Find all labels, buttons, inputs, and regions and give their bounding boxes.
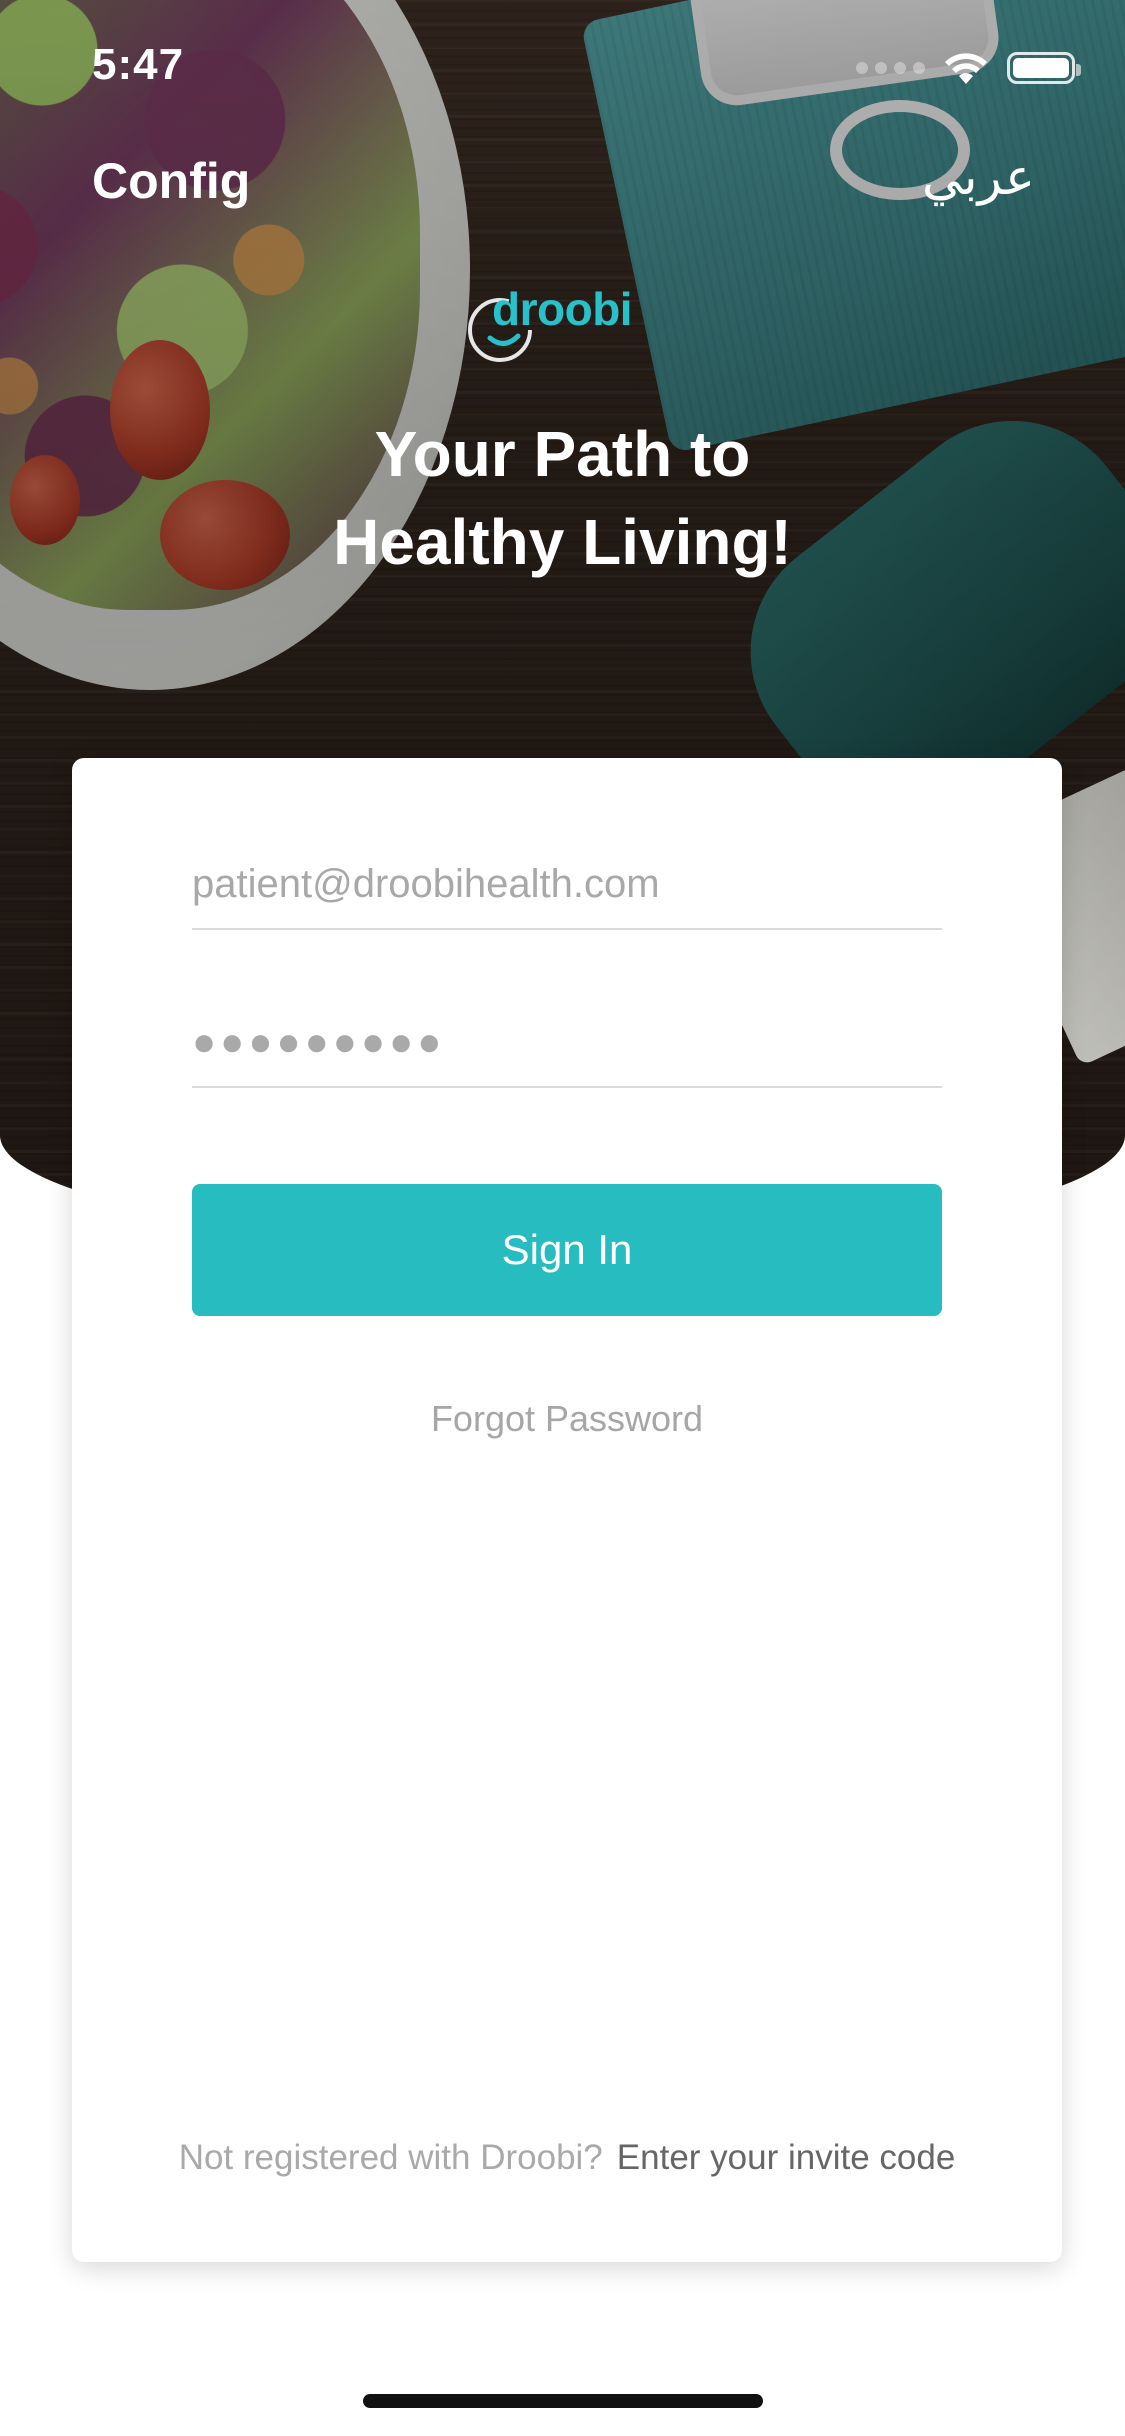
not-registered-text: Not registered with Droobi?: [178, 2138, 603, 2177]
email-field[interactable]: [192, 840, 942, 930]
status-time: 5:47: [92, 40, 185, 89]
tagline-line-1: Your Path to: [374, 418, 751, 490]
password-input[interactable]: ●●●●●●●●●: [192, 1020, 445, 1065]
sign-in-button[interactable]: Sign In: [192, 1184, 942, 1316]
email-input[interactable]: [192, 861, 942, 907]
home-indicator: [363, 2394, 763, 2408]
wifi-icon: [945, 53, 987, 84]
cellular-signal-icon: [856, 62, 925, 74]
tagline: Your Path to Healthy Living!: [0, 410, 1125, 586]
login-card: ●●●●●●●●● Sign In Forgot Password Not re…: [72, 758, 1062, 2262]
logo-text: droobi: [492, 283, 633, 335]
status-icons: [856, 50, 1081, 86]
config-button[interactable]: Config: [92, 152, 250, 210]
battery-icon: [1007, 52, 1081, 84]
tagline-line-2: Healthy Living!: [333, 506, 792, 578]
forgot-password-link[interactable]: Forgot Password: [72, 1398, 1062, 1440]
password-field[interactable]: ●●●●●●●●●: [192, 998, 942, 1088]
language-toggle-button[interactable]: عربي: [922, 148, 1035, 206]
invite-code-link[interactable]: Enter your invite code: [617, 2138, 956, 2177]
registration-prompt: Not registered with Droobi? Enter your in…: [72, 2138, 1062, 2178]
